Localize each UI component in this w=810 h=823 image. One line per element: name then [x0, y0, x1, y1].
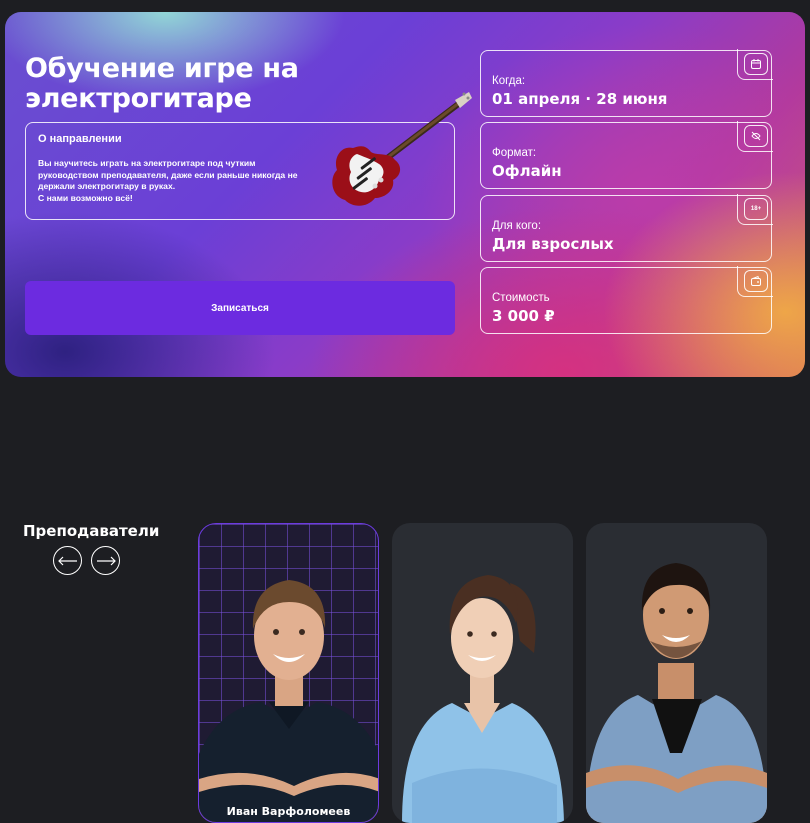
- info-label: Когда:: [492, 75, 526, 87]
- info-label: Для кого:: [492, 220, 542, 232]
- wallet-icon: [744, 270, 768, 292]
- info-label: Формат:: [492, 147, 537, 159]
- teacher-photo: [402, 575, 564, 823]
- next-button[interactable]: [91, 546, 120, 575]
- info-value: 3 000 ₽: [492, 307, 555, 325]
- info-value: Офлайн: [492, 162, 562, 180]
- info-price: Стоимость 3 000 ₽: [480, 266, 773, 334]
- info-when: Когда: 01 апреля · 28 июня: [480, 49, 773, 117]
- arrow-left-icon: [57, 556, 77, 565]
- arrow-right-icon: [96, 556, 116, 565]
- prev-button[interactable]: [53, 546, 82, 575]
- signup-button[interactable]: Записаться: [25, 281, 455, 335]
- course-hero: Обучение игре на электрогитаре О направл…: [5, 12, 805, 377]
- teacher-card[interactable]: Иван Варфоломеев: [198, 523, 379, 823]
- age-badge: 18+: [750, 206, 762, 212]
- info-value: Для взрослых: [492, 235, 614, 253]
- info-label: Стоимость: [492, 292, 550, 304]
- teacher-photo: [586, 563, 767, 823]
- electric-guitar-image: [332, 92, 472, 206]
- teacher-photo: [199, 580, 378, 822]
- age-18-icon: 18+: [744, 198, 768, 220]
- info-format: Формат: Офлайн: [480, 121, 773, 189]
- about-text: Вы научитесь играть на электрогитаре под…: [38, 158, 298, 203]
- teachers-title: Преподаватели: [23, 522, 160, 540]
- info-audience: 18+ Для кого: Для взрослых: [480, 194, 773, 262]
- teacher-name: Иван Варфоломеев: [226, 805, 351, 818]
- teacher-card[interactable]: [392, 523, 573, 823]
- info-value: 01 апреля · 28 июня: [492, 90, 668, 108]
- calendar-icon: [744, 53, 768, 75]
- no-stream-icon: [744, 125, 768, 147]
- teacher-card[interactable]: [586, 523, 767, 823]
